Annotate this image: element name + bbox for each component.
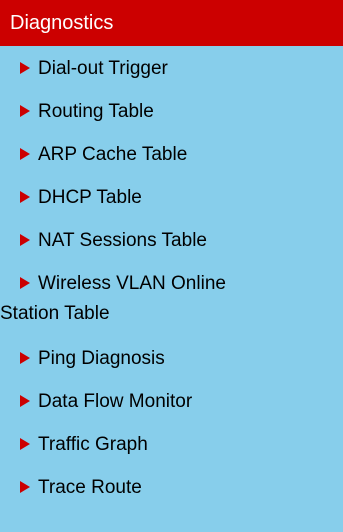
triangle-right-icon xyxy=(20,395,30,407)
triangle-right-icon xyxy=(20,481,30,493)
menu-item-label: Data Flow Monitor xyxy=(38,391,193,412)
menu-item-label: Routing Table xyxy=(38,101,154,122)
menu-item-dial-out-trigger[interactable]: Dial-out Trigger xyxy=(18,46,343,89)
triangle-right-icon xyxy=(20,234,30,246)
menu-item-label: Trace Route xyxy=(38,477,142,498)
menu-item-arp-cache-table[interactable]: ARP Cache Table xyxy=(18,132,343,175)
menu-item-label: Wireless VLAN Online xyxy=(38,273,226,294)
triangle-right-icon xyxy=(20,352,30,364)
menu-item-label: Ping Diagnosis xyxy=(38,348,165,369)
menu-item-label-continuation: Station Table xyxy=(0,303,110,324)
menu-item-label: NAT Sessions Table xyxy=(38,230,207,251)
menu-item-label: Traffic Graph xyxy=(38,434,148,455)
triangle-right-icon xyxy=(20,438,30,450)
menu-item-ping-diagnosis[interactable]: Ping Diagnosis xyxy=(18,336,343,379)
triangle-right-icon xyxy=(20,277,30,289)
menu-item-label: DHCP Table xyxy=(38,187,142,208)
triangle-right-icon xyxy=(20,62,30,74)
menu-header-diagnostics[interactable]: Diagnostics xyxy=(0,0,343,46)
diagnostics-menu: Diagnostics Dial-out Trigger Routing Tab… xyxy=(0,0,343,532)
triangle-right-icon xyxy=(20,105,30,117)
menu-item-data-flow-monitor[interactable]: Data Flow Monitor xyxy=(18,379,343,422)
menu-item-wireless-vlan-online-station-table[interactable]: Wireless VLAN Online Station Table xyxy=(0,261,343,336)
menu-list: Dial-out Trigger Routing Table ARP Cache… xyxy=(0,46,343,508)
menu-item-label: Dial-out Trigger xyxy=(38,58,168,79)
menu-item-dhcp-table[interactable]: DHCP Table xyxy=(18,175,343,218)
menu-item-traffic-graph[interactable]: Traffic Graph xyxy=(18,422,343,465)
menu-item-routing-table[interactable]: Routing Table xyxy=(18,89,343,132)
menu-item-trace-route[interactable]: Trace Route xyxy=(18,465,343,508)
menu-item-label: ARP Cache Table xyxy=(38,144,188,165)
triangle-right-icon xyxy=(20,191,30,203)
menu-item-nat-sessions-table[interactable]: NAT Sessions Table xyxy=(18,218,343,261)
triangle-right-icon xyxy=(20,148,30,160)
